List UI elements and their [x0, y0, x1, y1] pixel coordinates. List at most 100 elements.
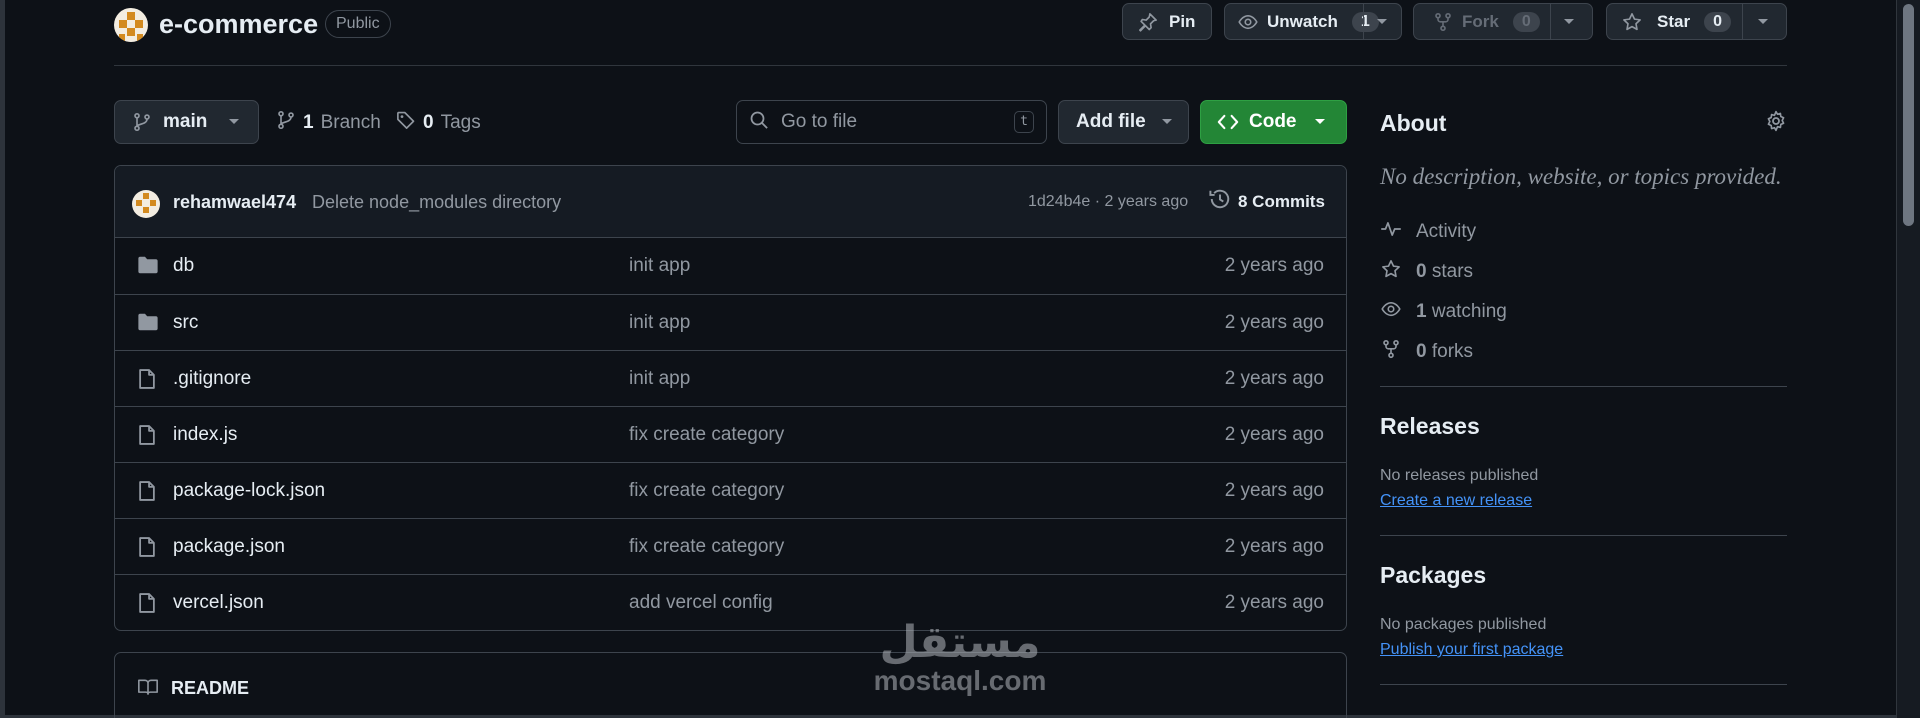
eye-icon: [1237, 11, 1259, 33]
commits-link[interactable]: 8 Commits: [1208, 187, 1325, 216]
create-release-link[interactable]: Create a new release: [1380, 492, 1532, 510]
file-commit-date: 2 years ago: [1224, 255, 1324, 276]
releases-empty-text: No releases published: [1380, 467, 1539, 484]
latest-commit-bar: rehamwael474 Delete node_modules directo…: [115, 166, 1346, 238]
search-icon: [749, 110, 769, 135]
file-name[interactable]: db: [173, 255, 194, 277]
fork-count: 0: [1512, 11, 1540, 32]
forks-link[interactable]: 0 forks: [1380, 339, 1473, 365]
commit-author[interactable]: rehamwael474: [173, 192, 296, 213]
branch-name: main: [163, 111, 208, 132]
about-title: About: [1380, 110, 1447, 136]
repo-name[interactable]: e-commerce: [159, 9, 318, 40]
stars-link[interactable]: 0 stars: [1380, 259, 1473, 285]
vertical-scrollbar[interactable]: [1896, 0, 1920, 718]
pulse-icon: [1380, 219, 1402, 245]
file-commit-message[interactable]: init app: [629, 368, 690, 390]
file-commit-date: 2 years ago: [1224, 592, 1324, 613]
star-button[interactable]: Star 0: [1606, 3, 1787, 40]
file-name[interactable]: package-lock.json: [173, 480, 325, 502]
chevron-down-icon: [223, 111, 245, 133]
branch-selector[interactable]: main: [114, 100, 259, 144]
history-icon: [1208, 187, 1232, 216]
file-commit-date: 2 years ago: [1224, 312, 1324, 333]
file-name[interactable]: src: [173, 312, 198, 334]
file-commit-date: 2 years ago: [1224, 536, 1324, 557]
readme-label[interactable]: README: [171, 678, 249, 699]
about-description: No description, website, or topics provi…: [1380, 164, 1782, 189]
gear-icon[interactable]: [1765, 110, 1787, 137]
fork-icon: [1380, 339, 1402, 365]
branches-link[interactable]: 1 Branch: [276, 110, 381, 136]
chevron-down-icon[interactable]: [1558, 11, 1580, 33]
chevron-down-icon[interactable]: [1752, 11, 1774, 33]
star-label: Star: [1657, 11, 1691, 31]
packages-title[interactable]: Packages: [1380, 562, 1486, 589]
fork-label: Fork: [1462, 11, 1499, 31]
fork-button[interactable]: Fork 0: [1413, 3, 1593, 40]
pin-icon: [1137, 11, 1159, 33]
file-commit-message[interactable]: fix create category: [629, 536, 784, 558]
branches-count: 1: [303, 112, 314, 133]
eye-icon: [1380, 299, 1402, 325]
file-name[interactable]: index.js: [173, 424, 237, 446]
commits-label: 8 Commits: [1238, 191, 1325, 211]
star-icon: [1621, 11, 1643, 33]
chevron-down-icon[interactable]: [1371, 11, 1393, 33]
window-frame-left: [0, 0, 5, 718]
releases-title[interactable]: Releases: [1380, 413, 1480, 440]
publish-package-link[interactable]: Publish your first package: [1380, 641, 1563, 659]
fork-icon: [1432, 11, 1454, 33]
file-row[interactable]: vercel.json add vercel config 2 years ag…: [115, 574, 1346, 630]
tag-icon: [396, 110, 416, 136]
add-file-button[interactable]: Add file: [1058, 100, 1189, 144]
tags-label: Tags: [440, 112, 481, 133]
folder-icon: [137, 255, 159, 280]
sidebar-divider: [1380, 684, 1787, 685]
chevron-down-icon: [1156, 111, 1178, 133]
branches-label: Branch: [320, 112, 381, 133]
file-commit-date: 2 years ago: [1224, 424, 1324, 445]
file-table: rehamwael474 Delete node_modules directo…: [114, 165, 1347, 631]
shortcut-key: t: [1014, 111, 1034, 133]
file-row[interactable]: src init app 2 years ago: [115, 294, 1346, 350]
file-row[interactable]: db init app 2 years ago: [115, 238, 1346, 294]
code-button[interactable]: Code: [1200, 100, 1347, 144]
branch-icon: [276, 110, 296, 136]
file-row[interactable]: package.json fix create category 2 years…: [115, 518, 1346, 574]
chevron-down-icon: [1309, 111, 1331, 133]
file-name[interactable]: package.json: [173, 536, 285, 558]
watermark-arabic: مستقل: [879, 618, 1041, 667]
activity-link[interactable]: Activity: [1380, 219, 1476, 245]
watching-link[interactable]: 1 watching: [1380, 299, 1507, 325]
file-row[interactable]: .gitignore init app 2 years ago: [115, 350, 1346, 406]
sidebar-divider: [1380, 535, 1787, 536]
unwatch-button[interactable]: Unwatch 1: [1224, 3, 1402, 40]
file-name[interactable]: .gitignore: [173, 368, 251, 390]
go-to-file-input[interactable]: Go to file t: [736, 100, 1047, 144]
file-commit-message[interactable]: fix create category: [629, 480, 784, 502]
commit-message[interactable]: Delete node_modules directory: [312, 192, 561, 213]
commit-author-avatar[interactable]: [132, 190, 160, 218]
watermark: مستقل mostaql.com: [865, 620, 1055, 696]
folder-icon: [137, 312, 159, 337]
stars-label: stars: [1431, 261, 1474, 282]
repo-header: e-commerce Public Pin Unwatch 1 Fork 0 S…: [114, 0, 1787, 66]
pin-button[interactable]: Pin: [1122, 3, 1212, 40]
scrollbar-thumb[interactable]: [1903, 4, 1914, 226]
file-row[interactable]: index.js fix create category 2 years ago: [115, 406, 1346, 462]
file-row[interactable]: package-lock.json fix create category 2 …: [115, 462, 1346, 518]
file-name[interactable]: vercel.json: [173, 592, 264, 614]
watching-label: watching: [1431, 301, 1507, 322]
file-icon: [137, 536, 157, 563]
commit-hash-time[interactable]: 1d24b4e · 2 years ago: [1028, 193, 1188, 211]
file-commit-message[interactable]: init app: [629, 312, 690, 334]
owner-avatar[interactable]: [114, 8, 148, 42]
file-commit-message[interactable]: add vercel config: [629, 592, 773, 614]
file-icon: [137, 424, 157, 451]
file-commit-message[interactable]: fix create category: [629, 424, 784, 446]
tags-link[interactable]: 0 Tags: [396, 110, 481, 136]
file-commit-message[interactable]: init app: [629, 255, 690, 277]
packages-empty-text: No packages published: [1380, 616, 1547, 633]
code-label: Code: [1249, 111, 1297, 132]
